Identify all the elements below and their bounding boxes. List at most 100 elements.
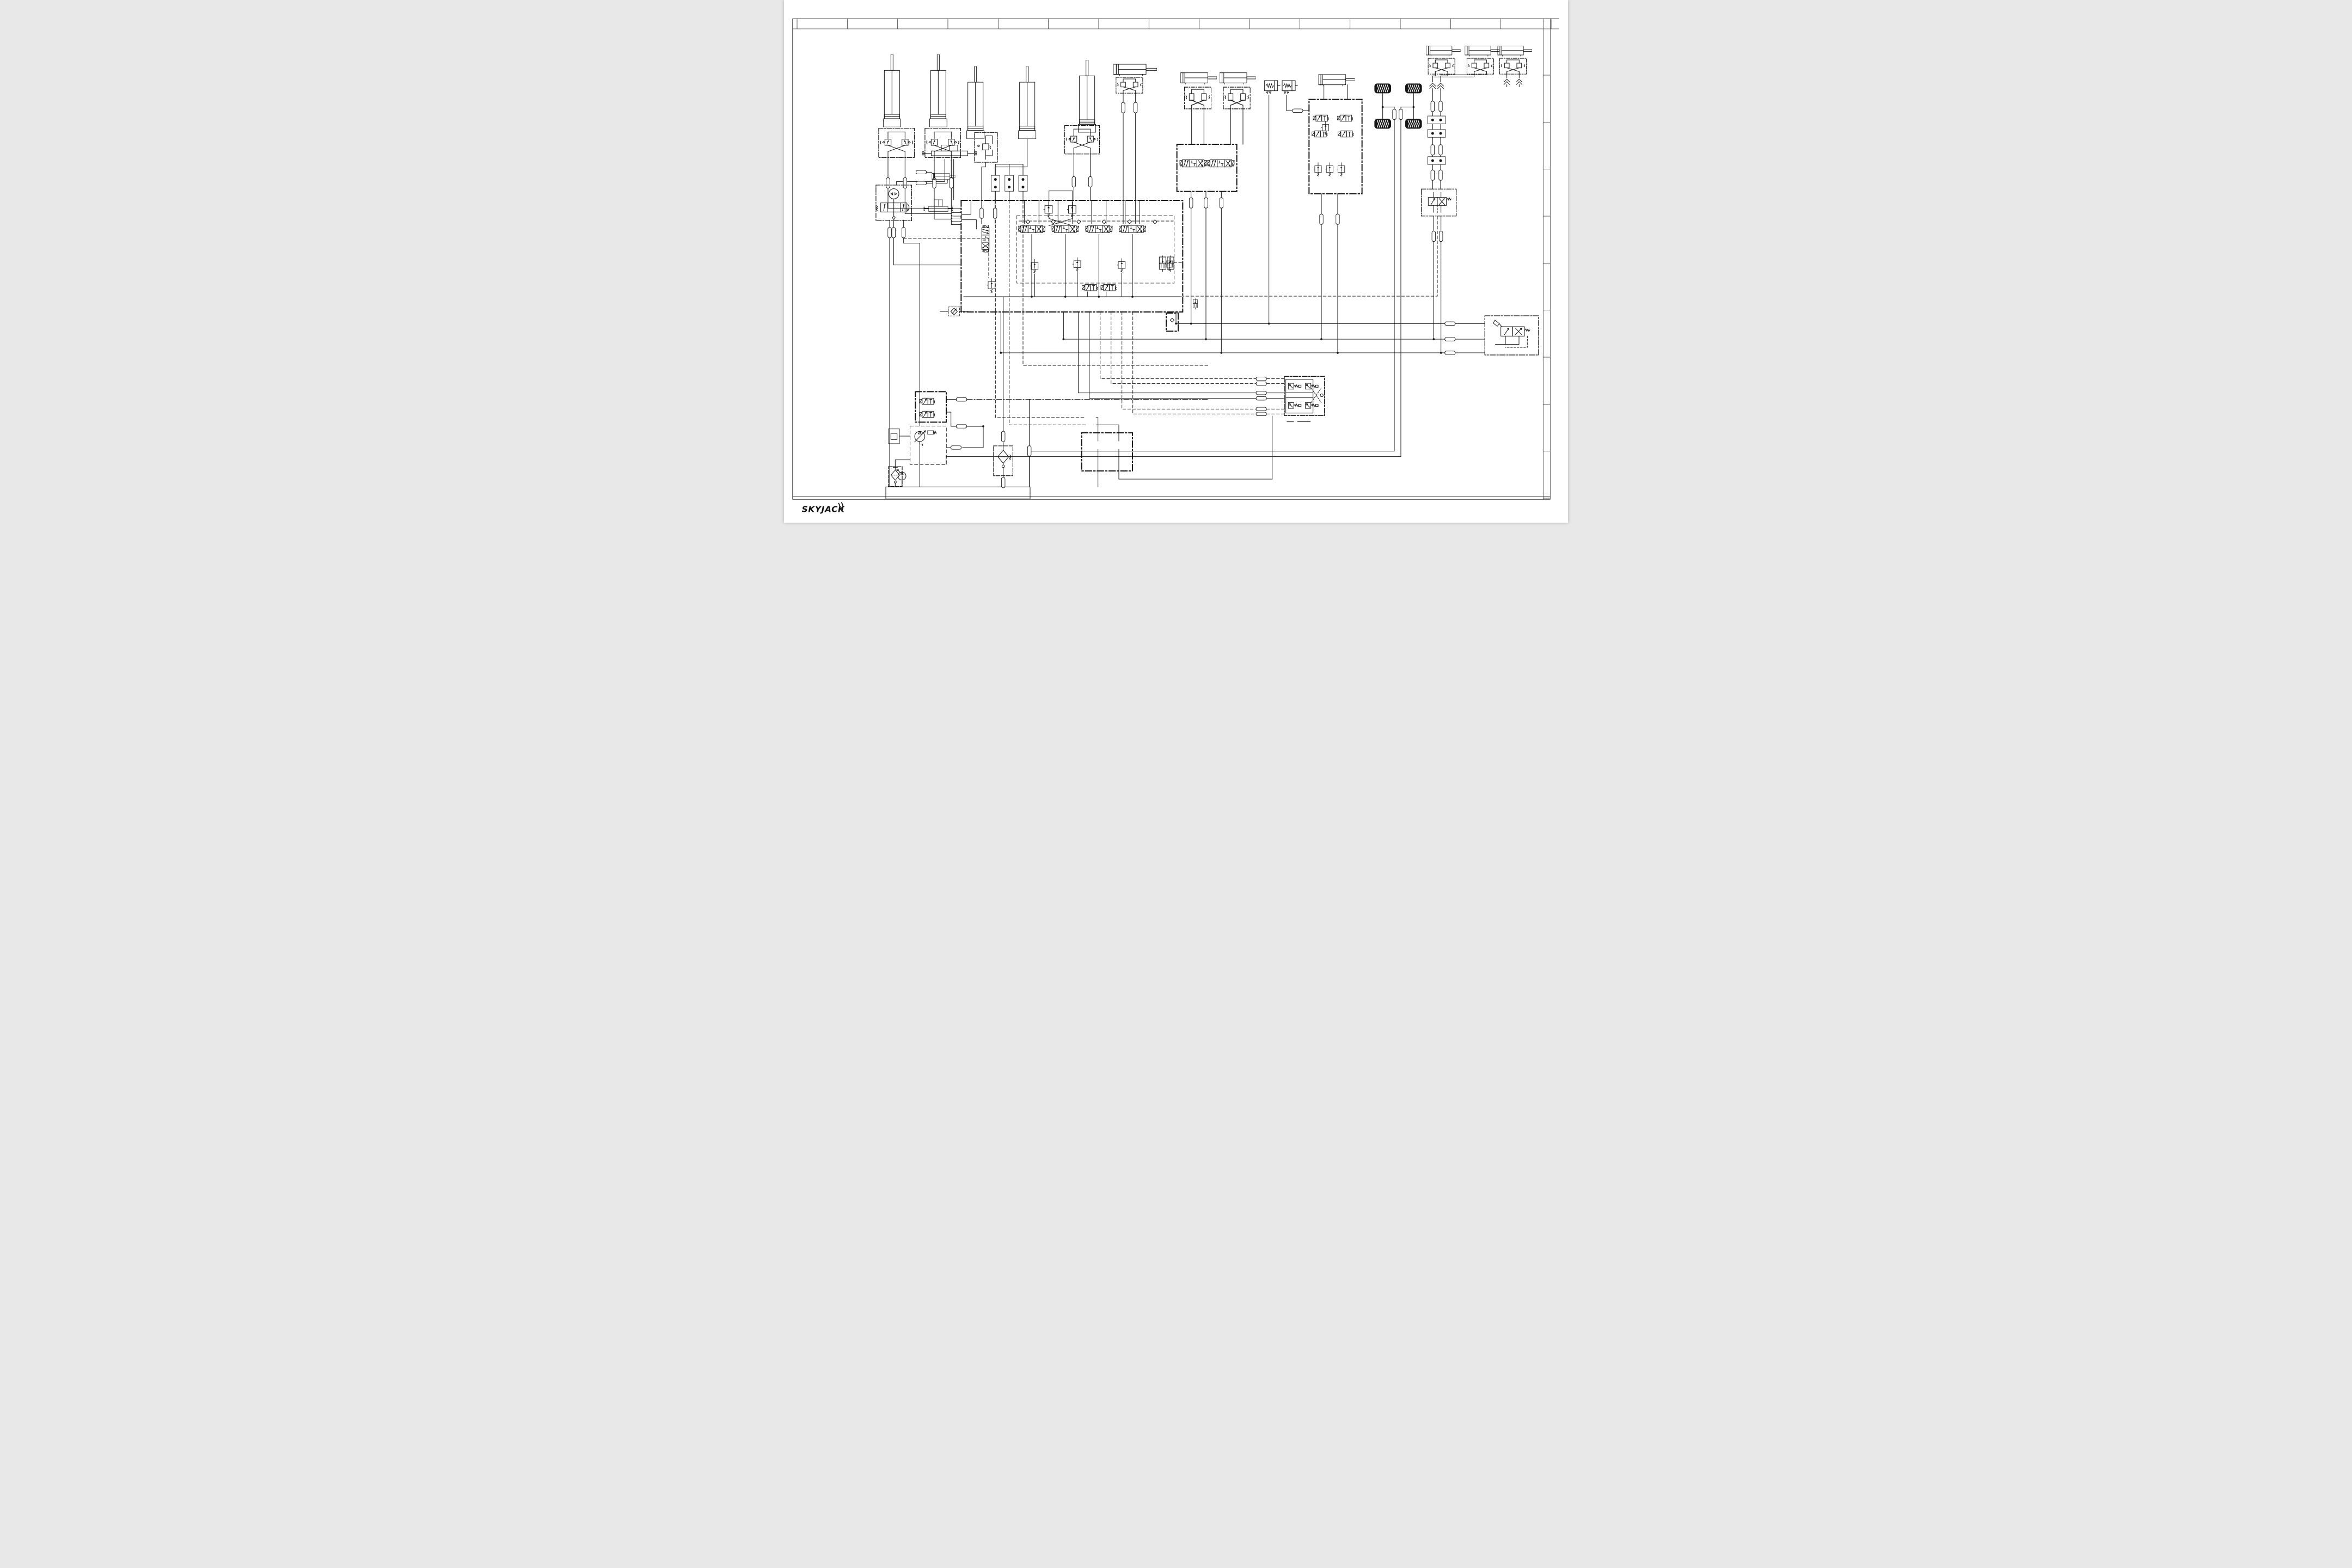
hydraulic-line: [946, 120, 1401, 464]
counterbalance-block-1: [879, 128, 915, 157]
suction-strainer: [888, 467, 902, 487]
hydraulic-line: [1063, 312, 1444, 339]
sol-valve: [1337, 115, 1353, 121]
hose-fitting: [1445, 322, 1455, 326]
quick-disconnect: [1438, 83, 1444, 91]
bulkhead-block: [1428, 130, 1445, 138]
hand-pump: [897, 469, 906, 480]
hose-fitting: [993, 208, 997, 218]
hose-fitting: [1336, 214, 1340, 224]
hydraulic-line: [1133, 312, 1256, 414]
prop-valve-4: [1119, 225, 1146, 232]
platform-cylinder-2: [1220, 73, 1256, 84]
counterbalance-block-5: [1116, 77, 1143, 93]
hose-fitting: [1393, 109, 1396, 119]
hose-fitting: [1256, 396, 1266, 400]
drive-motor-2: [1405, 84, 1422, 93]
junction-dot: [1175, 323, 1177, 325]
check-valve: [1153, 220, 1157, 224]
hose-fitting: [916, 170, 926, 174]
hydraulic-line: [1183, 216, 1437, 296]
steer-cylinder-1: [1426, 46, 1460, 56]
junction-dot: [1433, 338, 1435, 340]
bulkhead-block: [1428, 116, 1445, 124]
hose-fitting: [1256, 407, 1266, 411]
prop-valve: [1180, 160, 1207, 167]
bulkhead-block: [1005, 175, 1014, 191]
prop-valve-1: [1018, 225, 1045, 232]
junction-dot: [1382, 106, 1384, 108]
drive-motor-3: [1375, 119, 1391, 128]
hose-fitting: [1293, 109, 1303, 113]
hydraulic-line: [946, 412, 956, 426]
junction-dot: [1000, 352, 1002, 354]
bulkhead-block: [1019, 175, 1027, 191]
hose-fitting: [916, 181, 926, 185]
counterbalance-block-7: [1223, 87, 1250, 109]
junction-dot: [1320, 338, 1322, 340]
reducing-valve: [1030, 259, 1038, 273]
hydraulic-line: [904, 238, 920, 426]
hose-fitting: [1027, 446, 1031, 456]
hose-fitting: [1432, 231, 1436, 241]
system-relief: [987, 278, 995, 293]
pump-compensator: [928, 431, 936, 434]
hydraulic-line: [1079, 312, 1256, 393]
hose-fitting: [902, 228, 905, 238]
quick-disconnect: [1504, 79, 1510, 87]
hose-fitting: [980, 208, 984, 218]
relief-valve: [1337, 162, 1344, 176]
hose-fitting: [951, 218, 961, 222]
check-valve: [1102, 220, 1106, 224]
hose-fitting: [933, 177, 936, 188]
hydraulic-line: [895, 460, 910, 467]
hose-fitting: [950, 177, 953, 188]
relief-valve: [1314, 162, 1321, 176]
junction-dot: [1131, 296, 1134, 298]
check-valve: [1026, 220, 1030, 224]
emergency-lowering-valve: [1485, 316, 1539, 356]
brake-1: [1265, 81, 1281, 94]
junction-dot: [1063, 338, 1065, 340]
main-pump: [915, 431, 926, 445]
brake-2: [1282, 81, 1298, 94]
hose-fitting: [1001, 431, 1005, 442]
junction-dot: [1031, 296, 1033, 298]
lift-cylinder-1: [883, 54, 901, 127]
steering-orbital: [876, 185, 912, 221]
hose-fitting: [1320, 214, 1324, 224]
main-manifold-inner-section: [1017, 216, 1174, 283]
hose-fitting: [1439, 231, 1443, 241]
bulkhead-block: [991, 175, 1000, 191]
sol-valve: [1338, 131, 1353, 137]
sol-valve: [919, 398, 935, 404]
hydraulic-line: [1176, 312, 1444, 323]
prop-valve: [1207, 160, 1234, 167]
counterbalance-block-3: [975, 132, 998, 162]
junction-dot: [1064, 296, 1067, 298]
hydraulic-line: [1089, 312, 1256, 399]
quick-disconnect: [1430, 83, 1436, 91]
hydraulic-line: [1401, 93, 1413, 107]
junction-dot: [1205, 338, 1207, 340]
steer-axle-1: [922, 145, 977, 156]
hydraulic-line: [1030, 120, 1394, 487]
hydraulic-line: [995, 312, 1085, 418]
hose-fitting: [892, 228, 896, 238]
hose-fitting: [1431, 170, 1435, 180]
hose-fitting: [1445, 351, 1455, 355]
axle-selector-valve: [1421, 189, 1456, 216]
hose-fitting: [1431, 145, 1435, 155]
junction-dot: [1413, 106, 1415, 108]
hose-fitting: [1001, 477, 1005, 488]
junction-dot: [1268, 323, 1270, 325]
hose-fitting: [1220, 198, 1223, 208]
pilot-valve: [1159, 255, 1166, 272]
counterbalance-block-10: [1499, 58, 1526, 74]
platform-control-box: [1284, 376, 1325, 416]
counterbalance-block-6: [1184, 87, 1211, 109]
hydraulic-line: [962, 200, 971, 215]
hydraulic-line: [995, 139, 1027, 208]
inlet-valve: [982, 225, 989, 252]
schematic-sheet: SKYJACK: [784, 0, 1568, 523]
